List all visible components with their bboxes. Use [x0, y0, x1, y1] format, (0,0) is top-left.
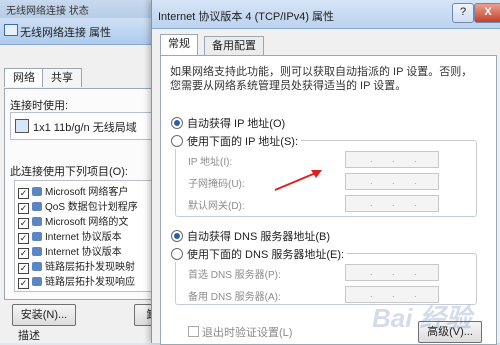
list-item[interactable]: ✓ 链路层拓扑发现映射	[18, 258, 135, 274]
ip-address-label: IP 地址(I):	[188, 157, 233, 168]
ip-manual-label: 使用下面的 IP 地址(S):	[187, 136, 299, 148]
client-icon	[32, 187, 42, 196]
ip-address-field[interactable]: ...	[345, 151, 439, 168]
item-label: Microsoft 网络的文	[45, 217, 129, 228]
background-title: 无线网络连接 属性	[20, 27, 112, 39]
watermark-logo: Bai 经验	[372, 303, 472, 333]
list-item[interactable]: ✓ 链路层拓扑发现响应	[18, 273, 135, 289]
validate-label: 退出时验证设置(L)	[202, 327, 293, 339]
subnet-label: 子网掩码(U):	[188, 179, 245, 190]
tab-sharing[interactable]: 共享	[42, 68, 82, 87]
radio-dns-manual[interactable]	[171, 248, 183, 260]
radio-dns-auto[interactable]	[171, 230, 183, 242]
list-item[interactable]: ✓ Microsoft 网络的文	[18, 213, 129, 229]
service-icon	[32, 217, 42, 226]
dialog-description: 如果网络支持此功能，则可以获取自动指派的 IP 设置。否则，您需要从网络系统管理…	[170, 66, 473, 92]
adapter-icon	[15, 119, 29, 133]
background-status-title: 无线网络连接 状态	[6, 6, 89, 17]
dns-manual-label: 使用下面的 DNS 服务器地址(E):	[187, 249, 345, 261]
gateway-field[interactable]: ...	[345, 195, 439, 212]
network-icon	[4, 24, 18, 36]
item-label: 链路层拓扑发现响应	[45, 277, 135, 288]
item-label: Microsoft 网络客户	[45, 187, 129, 198]
dialog-title: Internet 协议版本 4 (TCP/IPv4) 属性	[158, 11, 335, 23]
adapter-box: 1x1 11b/g/n 无线局域	[10, 112, 164, 140]
item-label: Internet 协议版本	[45, 247, 122, 258]
items-list: ✓ Microsoft 网络客户 ✓ QoS 数据包计划程序 ✓ Microsoft …	[14, 180, 166, 292]
list-item[interactable]: ✓ Internet 协议版本	[18, 243, 122, 259]
annotation-arrow-icon	[274, 170, 322, 191]
dialog-titlebar: Internet 协议版本 4 (TCP/IPv4) 属性 ? X	[152, 0, 500, 29]
install-button[interactable]: 安装(N)...	[12, 304, 76, 326]
radio-ip-auto[interactable]	[171, 117, 183, 129]
background-window: 无线网络连接 状态 无线网络连接 属性 网络 共享 连接时使用: 1x1 11b…	[0, 0, 170, 343]
gateway-label: 默认网关(D):	[188, 201, 245, 212]
items-label: 此连接使用下列项目(O):	[10, 166, 128, 178]
description-label: 描述	[18, 330, 40, 342]
item-label: QoS 数据包计划程序	[45, 202, 138, 213]
ip-auto-option[interactable]: 自动获得 IP 地址(O)	[171, 115, 285, 131]
protocol-icon	[32, 262, 42, 271]
background-status-titlebar: 无线网络连接 状态	[0, 0, 170, 18]
list-item[interactable]: ✓ Internet 协议版本	[18, 228, 122, 244]
preferred-dns-field[interactable]: ...	[345, 264, 439, 281]
adapter-name: 1x1 11b/g/n 无线局域	[33, 122, 137, 134]
tab-network[interactable]: 网络	[4, 68, 44, 87]
radio-ip-manual[interactable]	[171, 135, 183, 147]
validate-option[interactable]: 退出时验证设置(L)	[188, 324, 292, 340]
connect-using-label: 连接时使用:	[10, 100, 69, 112]
item-label: 链路层拓扑发现映射	[45, 262, 135, 273]
validate-checkbox[interactable]	[188, 326, 199, 337]
item-label: Internet 协议版本	[45, 232, 122, 243]
ip-manual-option[interactable]: 使用下面的 IP 地址(S):	[171, 133, 302, 149]
service-icon	[32, 202, 42, 211]
checkbox[interactable]: ✓	[18, 278, 29, 289]
dns-auto-label: 自动获得 DNS 服务器地址(B)	[187, 231, 330, 243]
dns-manual-option[interactable]: 使用下面的 DNS 服务器地址(E):	[171, 246, 348, 262]
close-button[interactable]: X	[474, 3, 500, 23]
list-item[interactable]: ✓ Microsoft 网络客户	[18, 183, 129, 199]
list-item[interactable]: ✓ QoS 数据包计划程序	[18, 198, 138, 214]
subnet-field[interactable]: ...	[345, 173, 439, 190]
protocol-icon	[32, 247, 42, 256]
ip-auto-label: 自动获得 IP 地址(O)	[187, 118, 286, 130]
dns-auto-option[interactable]: 自动获得 DNS 服务器地址(B)	[171, 228, 330, 244]
tab-alternate-config[interactable]: 备用配置	[204, 36, 264, 55]
background-titlebar: 无线网络连接 属性	[0, 18, 170, 45]
tab-general[interactable]: 常规	[160, 34, 198, 55]
protocol-icon	[32, 232, 42, 241]
preferred-dns-label: 首选 DNS 服务器(P):	[188, 270, 281, 281]
protocol-icon	[32, 277, 42, 286]
help-button[interactable]: ?	[452, 3, 474, 23]
alternate-dns-label: 备用 DNS 服务器(A):	[188, 292, 281, 303]
